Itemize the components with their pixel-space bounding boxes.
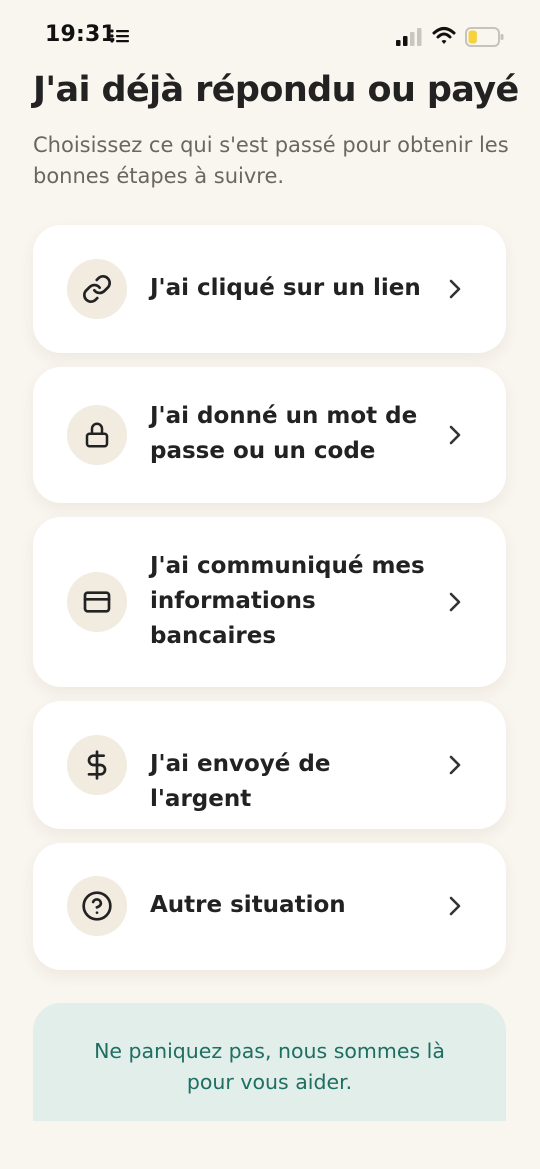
status-time: 19:31 bbox=[45, 22, 117, 47]
page-subtitle: Choisissez ce qui s'est passé pour obten… bbox=[33, 133, 509, 188]
chevron-right-icon bbox=[449, 279, 461, 299]
help-banner: Ne paniquez pas, nous sommes là pour vou… bbox=[33, 1003, 506, 1121]
option-bank-details[interactable]: J'ai communiqué mes informations bancair… bbox=[33, 517, 506, 687]
chevron-right-icon bbox=[449, 896, 461, 916]
option-clicked-link[interactable]: J'ai cliqué sur un lien bbox=[33, 225, 506, 353]
signal-icon bbox=[395, 27, 423, 51]
page-title: J'ai déjà répondu ou payé bbox=[33, 70, 519, 110]
option-label: J'ai donné un mot de passe ou un code bbox=[150, 403, 418, 464]
status-bar: 19:31 bbox=[0, 0, 540, 72]
option-label: J'ai envoyé de l'argent bbox=[150, 751, 331, 812]
battery-icon bbox=[465, 26, 505, 52]
question-icon bbox=[67, 876, 127, 936]
chevron-right-icon bbox=[449, 592, 461, 612]
option-label: J'ai communiqué mes informations bancair… bbox=[150, 553, 425, 649]
option-label: Autre situation bbox=[150, 892, 346, 918]
list-icon bbox=[110, 28, 130, 48]
lock-icon bbox=[67, 405, 127, 465]
chevron-right-icon bbox=[449, 755, 461, 775]
dollar-icon bbox=[67, 735, 127, 795]
help-banner-text: Ne paniquez pas, nous sommes là pour vou… bbox=[94, 1039, 445, 1094]
option-gave-password[interactable]: J'ai donné un mot de passe ou un code bbox=[33, 367, 506, 503]
credit-card-icon bbox=[67, 572, 127, 632]
link-icon bbox=[67, 259, 127, 319]
wifi-icon bbox=[432, 26, 456, 50]
option-other[interactable]: Autre situation bbox=[33, 843, 506, 970]
option-sent-money[interactable]: J'ai envoyé de l'argent bbox=[33, 701, 506, 829]
option-label: J'ai cliqué sur un lien bbox=[150, 275, 421, 301]
chevron-right-icon bbox=[449, 425, 461, 445]
